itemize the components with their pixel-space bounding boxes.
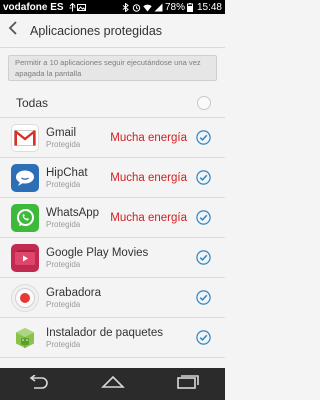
energy-warning: Mucha energía [110,211,187,224]
list-item[interactable]: Google Play Movies Protegida [0,238,225,278]
checkbox-checked-icon[interactable] [196,170,211,185]
page-title: Aplicaciones protegidas [30,23,163,38]
app-name: HipChat [46,166,88,179]
battery-percent: 78% [164,1,185,13]
energy-warning: Mucha energía [110,131,187,144]
list-item[interactable]: Gmail Protegida Mucha energía [0,118,225,158]
app-status: Protegida [46,219,81,229]
back-button[interactable] [0,14,26,48]
app-status: Protegida [46,259,81,269]
battery-icon [186,2,193,12]
list-item[interactable]: Instalador de paquetes Protegida [0,318,225,358]
recents-icon [176,374,199,394]
checkbox-checked-icon[interactable] [196,330,211,345]
image-icon [76,3,86,12]
recents-nav-button[interactable] [168,368,208,400]
list-item[interactable]: Grabadora Protegida [0,278,225,318]
checkbox-checked-icon[interactable] [196,290,211,305]
info-notice: Permitir a 10 aplicaciones seguir ejecut… [8,55,217,81]
select-all-radio[interactable] [197,95,211,110]
clock: 15:48 [196,1,222,13]
home-nav-button[interactable] [93,368,133,400]
navigation-bar [0,368,225,400]
usb-icon [68,2,77,12]
app-status: Protegida [46,339,81,349]
checkbox-checked-icon[interactable] [196,210,211,225]
app-name: WhatsApp [46,206,100,219]
wifi-icon [143,3,152,12]
chevron-left-icon [8,21,18,40]
app-name: Grabadora [46,286,101,299]
app-status: Protegida [46,299,81,309]
back-nav-button[interactable] [18,368,58,400]
checkbox-checked-icon[interactable] [196,250,211,265]
app-status: Protegida [46,179,81,189]
home-icon [100,375,125,394]
app-bar: Aplicaciones protegidas [0,14,225,48]
checkbox-checked-icon[interactable] [196,130,211,145]
whatsapp-icon [11,203,39,232]
bluetooth-icon [121,1,130,13]
back-arrow-icon [26,373,50,394]
alarm-icon [132,3,141,12]
list-item[interactable]: WhatsApp Protegida Mucha energía [0,198,225,238]
recorder-icon [11,283,39,312]
list-item[interactable]: HipChat Protegida Mucha energía [0,158,225,198]
energy-warning: Mucha energía [110,171,187,184]
gmail-icon [11,123,39,152]
app-name: Gmail [46,126,77,139]
play-movies-icon [11,243,39,272]
app-status: Protegida [46,139,81,149]
select-all-label: Todas [16,95,49,110]
carrier-label: vodafone ES [3,1,64,13]
app-list: Gmail Protegida Mucha energía HipChat Pr… [0,118,225,358]
hipchat-icon [11,163,39,192]
signal-icon [154,3,163,12]
package-installer-icon [11,324,39,352]
app-name: Instalador de paquetes [46,326,164,339]
app-name: Google Play Movies [46,246,149,259]
status-bar: vodafone ES 78% 15:48 [0,0,225,14]
select-all-row[interactable]: Todas [0,88,225,118]
